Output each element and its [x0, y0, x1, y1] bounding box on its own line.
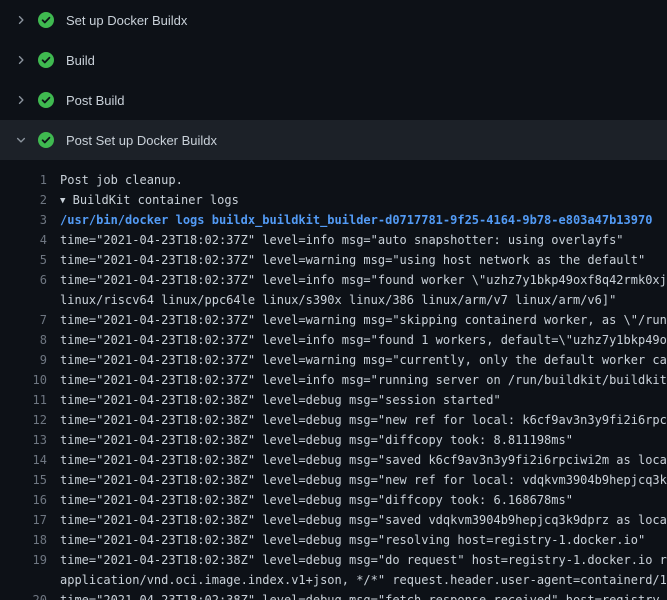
log-text: time="2021-04-23T18:02:38Z" level=debug … — [47, 530, 645, 550]
log-line: 3/usr/bin/docker logs buildx_buildkit_bu… — [0, 210, 667, 230]
step-row-build[interactable]: Build — [0, 40, 667, 80]
log-line-number[interactable]: 5 — [0, 250, 47, 270]
log-text: time="2021-04-23T18:02:37Z" level=warnin… — [47, 250, 645, 270]
log-line: 9time="2021-04-23T18:02:37Z" level=warni… — [0, 350, 667, 370]
log-line-number[interactable]: 19 — [0, 550, 47, 570]
log-line: 10time="2021-04-23T18:02:37Z" level=info… — [0, 370, 667, 390]
log-text: time="2021-04-23T18:02:38Z" level=debug … — [47, 450, 667, 470]
check-circle-icon — [38, 92, 54, 108]
log-text: time="2021-04-23T18:02:37Z" level=info m… — [47, 230, 624, 250]
step-label: Set up Docker Buildx — [66, 13, 187, 28]
log-line-number[interactable]: 7 — [0, 310, 47, 330]
log-text: time="2021-04-23T18:02:38Z" level=debug … — [47, 510, 667, 530]
log-line-number[interactable]: 18 — [0, 530, 47, 550]
log-text: time="2021-04-23T18:02:38Z" level=debug … — [47, 410, 667, 430]
log-line: 19time="2021-04-23T18:02:38Z" level=debu… — [0, 550, 667, 570]
log-line: linux/riscv64 linux/ppc64le linux/s390x … — [0, 290, 667, 310]
log-line: 1Post job cleanup. — [0, 170, 667, 190]
log-line-number[interactable]: 16 — [0, 490, 47, 510]
log-line: 20time="2021-04-23T18:02:38Z" level=debu… — [0, 590, 667, 600]
log-text: time="2021-04-23T18:02:37Z" level=info m… — [47, 270, 667, 290]
log-area: 1Post job cleanup.2▼ BuildKit container … — [0, 160, 667, 600]
log-text-continuation: linux/riscv64 linux/ppc64le linux/s390x … — [47, 290, 616, 310]
check-circle-icon — [38, 12, 54, 28]
chevron-right-icon — [13, 92, 29, 108]
log-line: 17time="2021-04-23T18:02:38Z" level=debu… — [0, 510, 667, 530]
log-line-number[interactable]: 9 — [0, 350, 47, 370]
log-text: time="2021-04-23T18:02:38Z" level=debug … — [47, 550, 667, 570]
step-row-set-up-docker-buildx[interactable]: Set up Docker Buildx — [0, 0, 667, 40]
step-row-post-set-up-docker-buildx[interactable]: Post Set up Docker Buildx — [0, 120, 667, 160]
log-line: 5time="2021-04-23T18:02:37Z" level=warni… — [0, 250, 667, 270]
log-text: time="2021-04-23T18:02:38Z" level=debug … — [47, 390, 501, 410]
workflow-log-viewer: Set up Docker Buildx Build Post Build Po… — [0, 0, 667, 600]
check-circle-icon — [38, 52, 54, 68]
log-line-number[interactable]: 11 — [0, 390, 47, 410]
log-line: application/vnd.oci.image.index.v1+json,… — [0, 570, 667, 590]
log-line: 11time="2021-04-23T18:02:38Z" level=debu… — [0, 390, 667, 410]
log-line: 13time="2021-04-23T18:02:38Z" level=debu… — [0, 430, 667, 450]
log-text: time="2021-04-23T18:02:37Z" level=warnin… — [47, 350, 667, 370]
step-label: Post Build — [66, 93, 125, 108]
log-line-number[interactable]: 6 — [0, 270, 47, 290]
log-group-toggle[interactable]: ▼ BuildKit container logs — [47, 190, 239, 210]
step-row-post-build[interactable]: Post Build — [0, 80, 667, 120]
log-text: Post job cleanup. — [47, 170, 183, 190]
log-line-number — [0, 570, 47, 590]
log-line: 15time="2021-04-23T18:02:38Z" level=debu… — [0, 470, 667, 490]
log-line: 4time="2021-04-23T18:02:37Z" level=info … — [0, 230, 667, 250]
log-line-number[interactable]: 15 — [0, 470, 47, 490]
step-label: Build — [66, 53, 95, 68]
log-text: time="2021-04-23T18:02:37Z" level=info m… — [47, 330, 667, 350]
log-line: 8time="2021-04-23T18:02:37Z" level=info … — [0, 330, 667, 350]
log-line: 6time="2021-04-23T18:02:37Z" level=info … — [0, 270, 667, 290]
check-circle-icon — [38, 132, 54, 148]
log-line-number — [0, 290, 47, 310]
log-text: time="2021-04-23T18:02:38Z" level=debug … — [47, 430, 573, 450]
chevron-down-icon — [13, 132, 29, 148]
step-label: Post Set up Docker Buildx — [66, 133, 217, 148]
log-line: 14time="2021-04-23T18:02:38Z" level=debu… — [0, 450, 667, 470]
log-line-number[interactable]: 20 — [0, 590, 47, 600]
log-line: 12time="2021-04-23T18:02:38Z" level=debu… — [0, 410, 667, 430]
log-line-number[interactable]: 3 — [0, 210, 47, 230]
log-line: 18time="2021-04-23T18:02:38Z" level=debu… — [0, 530, 667, 550]
log-text-continuation: application/vnd.oci.image.index.v1+json,… — [47, 570, 667, 590]
log-line: 2▼ BuildKit container logs — [0, 190, 667, 210]
log-line-number[interactable]: 17 — [0, 510, 47, 530]
log-line-number[interactable]: 12 — [0, 410, 47, 430]
log-text: time="2021-04-23T18:02:38Z" level=debug … — [47, 470, 667, 490]
log-line: 16time="2021-04-23T18:02:38Z" level=debu… — [0, 490, 667, 510]
chevron-right-icon — [13, 12, 29, 28]
log-line-number[interactable]: 1 — [0, 170, 47, 190]
log-command-text: /usr/bin/docker logs buildx_buildkit_bui… — [47, 210, 652, 230]
log-text: time="2021-04-23T18:02:38Z" level=debug … — [47, 490, 573, 510]
log-line-number[interactable]: 8 — [0, 330, 47, 350]
log-line-number[interactable]: 2 — [0, 190, 47, 210]
log-text: time="2021-04-23T18:02:38Z" level=debug … — [47, 590, 660, 600]
disclosure-triangle-icon[interactable]: ▼ — [60, 191, 65, 210]
chevron-right-icon — [13, 52, 29, 68]
log-text: time="2021-04-23T18:02:37Z" level=info m… — [47, 370, 667, 390]
log-text: time="2021-04-23T18:02:37Z" level=warnin… — [47, 310, 667, 330]
log-line-number[interactable]: 13 — [0, 430, 47, 450]
log-line: 7time="2021-04-23T18:02:37Z" level=warni… — [0, 310, 667, 330]
log-line-number[interactable]: 10 — [0, 370, 47, 390]
log-line-number[interactable]: 4 — [0, 230, 47, 250]
log-line-number[interactable]: 14 — [0, 450, 47, 470]
